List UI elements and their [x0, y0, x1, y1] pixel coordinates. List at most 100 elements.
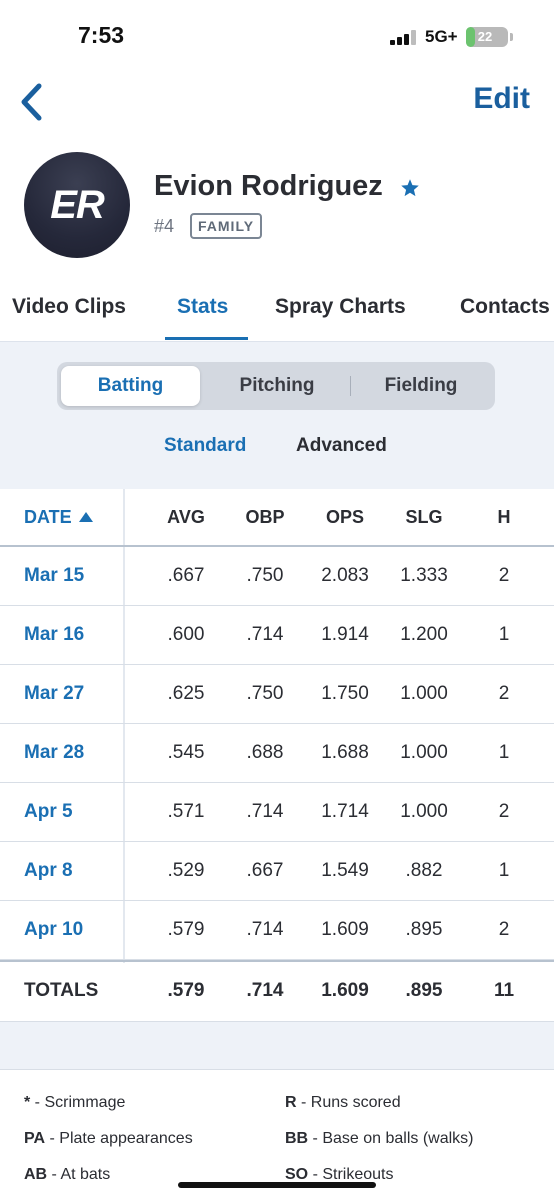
stat-h: 2: [498, 683, 510, 704]
stat-avg: .529: [167, 860, 205, 881]
stat-h: 2: [498, 801, 510, 822]
tab-bar: Video Clips Stats Spray Charts Contacts: [0, 285, 554, 341]
stat-slg: 1.333: [400, 565, 448, 586]
column-header-obp[interactable]: OBP: [225, 489, 305, 545]
stats-filter-panel: Batting Pitching Fielding Standard Advan…: [0, 341, 554, 489]
star-icon[interactable]: [400, 178, 420, 198]
stat-slg: 1.000: [400, 801, 448, 822]
section-spacer: [0, 1021, 554, 1069]
column-header-slg[interactable]: SLG: [384, 489, 464, 545]
segment-fielding[interactable]: Fielding: [351, 366, 491, 406]
legend-item: AB - At bats: [24, 1166, 111, 1183]
total-avg: .579: [167, 979, 205, 1001]
totals-row: TOTALS .579 .714 1.609 .895 11: [0, 960, 554, 1019]
table-row[interactable]: Mar 16 .600 .714 1.914 1.200 1: [0, 606, 554, 665]
subtab-advanced[interactable]: Advanced: [296, 435, 387, 457]
status-bar: 7:53 5G+ 22: [0, 0, 554, 74]
battery-icon: 22: [466, 27, 508, 47]
tab-contacts[interactable]: Contacts: [460, 295, 550, 319]
jersey-number: #4: [154, 216, 175, 236]
stats-legend: * - Scrimmage R - Runs scored PA - Plate…: [0, 1069, 554, 1200]
stat-slg: 1.200: [400, 624, 448, 645]
stat-avg: .579: [167, 919, 205, 940]
tab-video-clips[interactable]: Video Clips: [12, 295, 126, 319]
stat-type-segmented-control: Batting Pitching Fielding: [57, 362, 495, 410]
total-ops: 1.609: [321, 979, 369, 1001]
stat-avg: .571: [167, 801, 205, 822]
table-header-row: DATE AVG OBP OPS SLG H: [0, 489, 554, 547]
legend-item: * - Scrimmage: [24, 1094, 126, 1111]
row-date-link[interactable]: Mar 15: [24, 547, 84, 605]
stat-avg: .600: [167, 624, 205, 645]
column-header-h[interactable]: H: [464, 489, 544, 545]
table-row[interactable]: Mar 27 .625 .750 1.750 1.000 2: [0, 665, 554, 724]
tab-stats[interactable]: Stats: [177, 295, 228, 319]
column-header-date[interactable]: DATE: [24, 489, 93, 545]
subtab-standard[interactable]: Standard: [164, 435, 246, 457]
table-row[interactable]: Apr 10 .579 .714 1.609 .895 2: [0, 901, 554, 960]
segment-pitching[interactable]: Pitching: [203, 366, 351, 406]
player-name: Evion Rodriguez: [154, 170, 383, 202]
row-date-link[interactable]: Apr 10: [24, 901, 83, 959]
row-date-link[interactable]: Mar 27: [24, 665, 84, 723]
stat-obp: .750: [246, 683, 284, 704]
stat-slg: 1.000: [400, 742, 448, 763]
column-header-ops[interactable]: OPS: [305, 489, 385, 545]
stat-slg: 1.000: [400, 683, 448, 704]
column-header-avg[interactable]: AVG: [146, 489, 226, 545]
table-row[interactable]: Apr 5 .571 .714 1.714 1.000 2: [0, 783, 554, 842]
stat-ops: 1.750: [321, 683, 369, 704]
home-indicator[interactable]: [178, 1182, 376, 1188]
row-date-link[interactable]: Mar 16: [24, 606, 84, 664]
sort-ascending-icon: [78, 512, 93, 522]
legend-item: PA - Plate appearances: [24, 1130, 193, 1147]
tab-spray-charts[interactable]: Spray Charts: [275, 295, 406, 319]
column-header-date-label: DATE: [24, 506, 72, 527]
edit-button[interactable]: Edit: [473, 82, 530, 116]
stat-h: 1: [498, 860, 510, 881]
batting-stats-table: DATE AVG OBP OPS SLG H Mar 15 .667 .750 2.083 1.33…: [0, 489, 554, 1019]
avatar-initials: ER: [50, 182, 105, 227]
stat-slg: .895: [405, 919, 443, 940]
chevron-left-icon: [21, 83, 42, 121]
row-date-link[interactable]: Apr 5: [24, 783, 73, 841]
tab-active-indicator: [165, 337, 248, 340]
segment-batting[interactable]: Batting: [61, 366, 200, 406]
legend-item: BB - Base on balls (walks): [285, 1130, 474, 1147]
stat-obp: .714: [246, 801, 284, 822]
table-row[interactable]: Apr 8 .529 .667 1.549 .882 1: [0, 842, 554, 901]
stat-slg: .882: [405, 860, 443, 881]
avatar: ER: [24, 152, 130, 258]
network-label: 5G+: [425, 27, 458, 46]
stat-ops: 1.688: [321, 742, 369, 763]
stat-obp: .750: [246, 565, 284, 586]
stat-ops: 1.549: [321, 860, 369, 881]
stat-avg: .545: [167, 742, 205, 763]
stat-ops: 1.914: [321, 624, 369, 645]
battery-tip: [510, 33, 513, 41]
battery-level: 22: [477, 29, 493, 44]
stat-obp: .688: [246, 742, 284, 763]
row-date-link[interactable]: Apr 8: [24, 842, 73, 900]
legend-item: R - Runs scored: [285, 1094, 401, 1111]
signal-icon: [390, 30, 420, 45]
totals-label: TOTALS: [24, 979, 99, 1001]
stat-ops: 2.083: [321, 565, 369, 586]
stat-ops: 1.714: [321, 801, 369, 822]
stat-obp: .714: [246, 919, 284, 940]
stat-h: 2: [498, 919, 510, 940]
total-slg: .895: [405, 979, 443, 1001]
family-badge: FAMILY: [190, 213, 263, 239]
stat-h: 1: [498, 742, 510, 763]
table-row[interactable]: Mar 28 .545 .688 1.688 1.000 1: [0, 724, 554, 783]
table-row[interactable]: Mar 15 .667 .750 2.083 1.333 2: [0, 547, 554, 606]
stat-avg: .625: [167, 683, 205, 704]
stat-obp: .714: [246, 624, 284, 645]
stat-h: 1: [498, 624, 510, 645]
stat-avg: .667: [167, 565, 205, 586]
total-obp: .714: [246, 979, 284, 1001]
row-date-link[interactable]: Mar 28: [24, 724, 84, 782]
back-button[interactable]: [12, 80, 52, 124]
stat-ops: 1.609: [321, 919, 369, 940]
total-h: 11: [493, 979, 515, 1001]
